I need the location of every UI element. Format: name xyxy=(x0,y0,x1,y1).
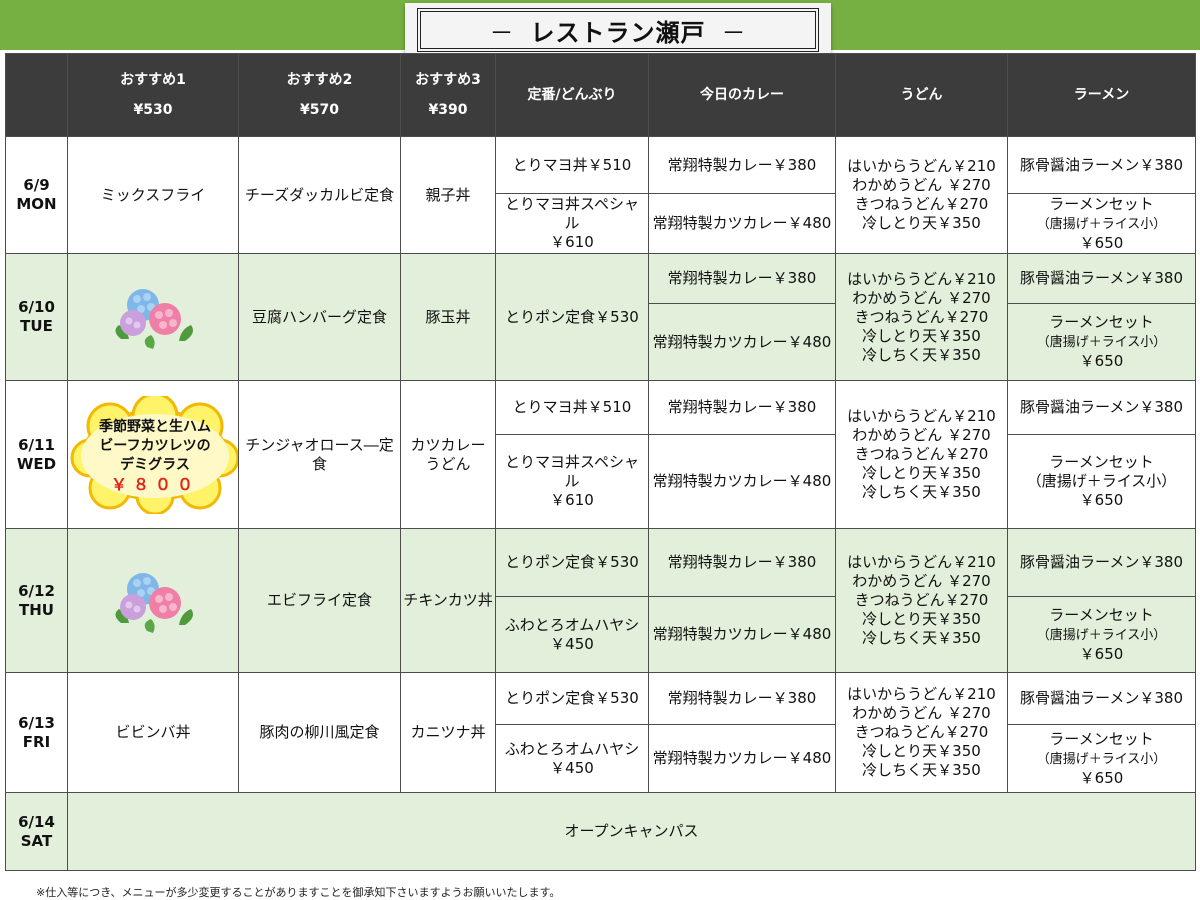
curry-cell: 常翔特製カレー￥380 xyxy=(648,136,836,194)
table-row: 6/12 THU エビフライ定食 チキンカツ丼 とりポン定食￥530 常翔特製カレ… xyxy=(5,528,1196,673)
day-cell: 6/10 TUE xyxy=(5,253,68,381)
osusume2-cell: エビフライ定食 xyxy=(238,528,401,673)
osusume3-cell: カニツナ丼 xyxy=(400,672,496,793)
osusume1-cell: ミックスフライ xyxy=(67,136,239,254)
title-frame: － レストラン瀬戸 － xyxy=(417,8,819,52)
header-osusume1: おすすめ1 ¥530 xyxy=(67,53,239,137)
teiban-cell: とりポン定食￥530 xyxy=(495,253,649,381)
page-title: レストラン瀬戸 xyxy=(530,18,706,47)
curry-cell: 常翔特製カレー￥380 xyxy=(648,380,836,435)
table-row: 6/10 TUE 豆腐ハンバーグ定食 豚玉丼 とりポン定食￥530 常翔特製カレー… xyxy=(5,253,1196,381)
teiban-cell: とりポン定食￥530 xyxy=(495,672,649,725)
ramen-cell: 豚骨醤油ラーメン￥380 xyxy=(1007,253,1196,304)
ramen-set-cell: ラーメンセット （唐揚げ＋ライス小） ￥650 xyxy=(1007,434,1196,529)
udon-cell: はいからうどん￥210 わかめうどん ￥270 きつねうどん￥270 冷しとり天￥35… xyxy=(835,672,1008,793)
seasonal-special-badge: 季節野菜と生ハム ビーフカツレツの デミグラス ￥８００ xyxy=(70,395,238,514)
day-cell: 6/12 THU xyxy=(5,528,68,673)
day-cell: 6/11 WED xyxy=(5,380,68,529)
udon-cell: はいからうどん￥210 わかめうどん ￥270 きつねうどん￥270 冷しとり天￥35… xyxy=(835,380,1008,529)
curry-cell: 常翔特製カツカレー￥480 xyxy=(648,724,836,793)
hydrangea-icon xyxy=(115,572,193,633)
teiban-cell: とりポン定食￥530 xyxy=(495,528,649,597)
teiban-cell: とりマヨ丼￥510 xyxy=(495,136,649,194)
header-osusume2: おすすめ2 ¥570 xyxy=(238,53,401,137)
curry-cell: 常翔特製カレー￥380 xyxy=(648,253,836,304)
seasonal-special-price: ￥８００ xyxy=(110,474,199,494)
osusume1-cell: 季節野菜と生ハム ビーフカツレツの デミグラス ￥８００ xyxy=(67,380,239,529)
header-udon: うどん xyxy=(835,53,1008,137)
ramen-set-cell: ラーメンセット （唐揚げ＋ライス小） ￥650 xyxy=(1007,303,1196,381)
curry-cell: 常翔特製カツカレー￥480 xyxy=(648,434,836,529)
ramen-cell: 豚骨醤油ラーメン￥380 xyxy=(1007,380,1196,435)
osusume2-cell: 豆腐ハンバーグ定食 xyxy=(238,253,401,381)
ramen-cell: 豚骨醤油ラーメン￥380 xyxy=(1007,528,1196,597)
curry-cell: 常翔特製カツカレー￥480 xyxy=(648,193,836,254)
osusume1-cell xyxy=(67,253,239,381)
seasonal-special-text: 季節野菜と生ハム ビーフカツレツの デミグラス ￥８００ xyxy=(99,418,211,494)
ramen-set-cell: ラーメンセット （唐揚げ＋ライス小） ￥650 xyxy=(1007,724,1196,793)
header-ramen: ラーメン xyxy=(1007,53,1196,137)
day-cell: 6/14 SAT xyxy=(5,792,68,871)
weekly-menu-table: おすすめ1 ¥530 おすすめ2 ¥570 おすすめ3 ¥390 定番/どんぶり 今日… xyxy=(5,53,1196,871)
curry-cell: 常翔特製カレー￥380 xyxy=(648,672,836,725)
osusume3-cell: カツカレー うどん xyxy=(400,380,496,529)
teiban-cell: とりマヨ丼スペシャル ￥610 xyxy=(495,434,649,529)
ramen-cell: 豚骨醤油ラーメン￥380 xyxy=(1007,672,1196,725)
footnote: ※仕入等につき、メニューが多少変更することがありますことを御承知下さいますようお… xyxy=(36,886,561,899)
osusume2-cell: チンジャオロース―定食 xyxy=(238,380,401,529)
teiban-cell: ふわとろオムハヤシ ￥450 xyxy=(495,596,649,673)
header-teiban: 定番/どんぶり xyxy=(495,53,649,137)
title-dash-right: － xyxy=(721,18,747,47)
day-cell: 6/13 FRI xyxy=(5,672,68,793)
table-row: 6/13 FRI ビビンバ丼 豚肉の柳川風定食 カニツナ丼 とりポン定食￥530 … xyxy=(5,672,1196,793)
curry-cell: 常翔特製カレー￥380 xyxy=(648,528,836,597)
ramen-set-cell: ラーメンセット （唐揚げ＋ライス小） ￥650 xyxy=(1007,596,1196,673)
teiban-cell: ふわとろオムハヤシ ￥450 xyxy=(495,724,649,793)
osusume3-cell: チキンカツ丼 xyxy=(400,528,496,673)
table-row: 6/9 MON ミックスフライ チーズダッカルビ定食 親子丼 とりマヨ丼￥510 … xyxy=(5,136,1196,254)
osusume3-cell: 豚玉丼 xyxy=(400,253,496,381)
osusume1-cell xyxy=(67,528,239,673)
table-row: 6/11 WED 季節野菜と生ハム ビーフカツレツの デミグラス ￥８００ チン… xyxy=(5,380,1196,529)
title-dash-left: － xyxy=(489,18,515,47)
hydrangea-icon xyxy=(115,289,193,349)
osusume3-cell: 親子丼 xyxy=(400,136,496,254)
ramen-set-cell: ラーメンセット （唐揚げ＋ライス小） ￥650 xyxy=(1007,193,1196,254)
osusume1-cell: ビビンバ丼 xyxy=(67,672,239,793)
header-day xyxy=(5,53,68,137)
osusume2-cell: チーズダッカルビ定食 xyxy=(238,136,401,254)
udon-cell: はいからうどん￥210 わかめうどん ￥270 きつねうどん￥270 冷しとり天￥35… xyxy=(835,528,1008,673)
osusume2-cell: 豚肉の柳川風定食 xyxy=(238,672,401,793)
curry-cell: 常翔特製カツカレー￥480 xyxy=(648,596,836,673)
ramen-cell: 豚骨醤油ラーメン￥380 xyxy=(1007,136,1196,194)
event-cell: オープンキャンパス xyxy=(67,792,1196,871)
header-curry: 今日のカレー xyxy=(648,53,836,137)
teiban-cell: とりマヨ丼￥510 xyxy=(495,380,649,435)
teiban-cell: とりマヨ丼スペシャル ￥610 xyxy=(495,193,649,254)
header-row: おすすめ1 ¥530 おすすめ2 ¥570 おすすめ3 ¥390 定番/どんぶり 今日… xyxy=(5,53,1196,137)
title-plaque: － レストラン瀬戸 － xyxy=(405,3,831,57)
header-osusume3: おすすめ3 ¥390 xyxy=(400,53,496,137)
day-cell: 6/9 MON xyxy=(5,136,68,254)
udon-cell: はいからうどん￥210 わかめうどん ￥270 きつねうどん￥270 冷しとり天￥35… xyxy=(835,136,1008,254)
udon-cell: はいからうどん￥210 わかめうどん ￥270 きつねうどん￥270 冷しとり天￥35… xyxy=(835,253,1008,381)
table-row: 6/14 SAT オープンキャンパス xyxy=(5,792,1196,871)
curry-cell: 常翔特製カツカレー￥480 xyxy=(648,303,836,381)
